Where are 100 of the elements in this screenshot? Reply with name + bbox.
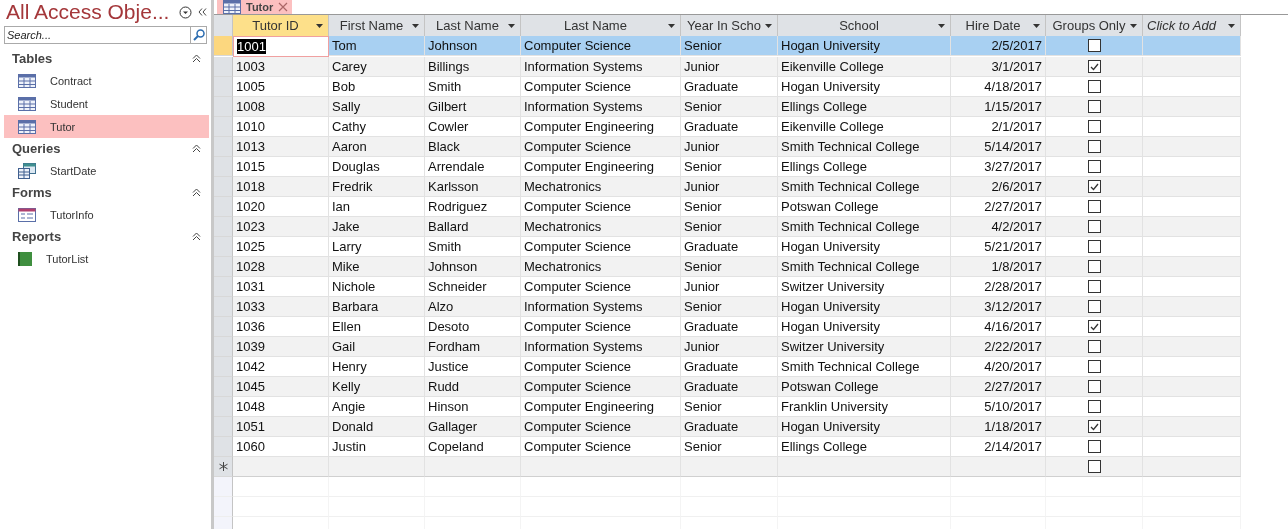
dropdown-arrow-icon[interactable] <box>1130 24 1137 28</box>
table-cell: 1031 <box>233 277 329 297</box>
table-cell: Senior <box>681 257 778 277</box>
column-header[interactable]: Groups Only <box>1046 15 1143 36</box>
dropdown-arrow-icon[interactable] <box>765 24 772 28</box>
nav-item[interactable]: Student <box>4 92 209 115</box>
group-heading[interactable]: Tables <box>12 51 53 66</box>
column-header[interactable]: Last Name <box>521 15 681 36</box>
table-cell: Cowler <box>425 117 521 137</box>
dropdown-arrow-icon[interactable] <box>316 24 323 28</box>
table-cell: Karlsson <box>425 177 521 197</box>
column-header[interactable]: School <box>778 15 951 36</box>
table-cell[interactable]: 1001 <box>233 36 329 57</box>
checkbox[interactable] <box>1087 280 1101 293</box>
column-header[interactable]: Tutor ID <box>233 15 329 36</box>
collapse-icon[interactable] <box>192 232 201 241</box>
table-cell: 1028 <box>233 257 329 277</box>
table-cell: 2/27/2017 <box>951 197 1046 217</box>
search-field[interactable]: Search... <box>4 26 190 44</box>
table-cell: Junior <box>681 277 778 297</box>
collapse-pane-icon[interactable] <box>198 8 207 16</box>
table-cell: Switzer University <box>778 277 951 297</box>
table-cell: Hogan University <box>778 77 951 97</box>
column-header[interactable]: Year In Scho <box>681 15 778 36</box>
table-cell: 2/14/2017 <box>951 437 1046 457</box>
checkbox[interactable] <box>1087 440 1101 453</box>
table-cell: Graduate <box>681 77 778 97</box>
table-cell: 1023 <box>233 217 329 237</box>
checkbox[interactable] <box>1087 39 1101 52</box>
dropdown-arrow-icon[interactable] <box>668 24 675 28</box>
dropdown-arrow-icon[interactable] <box>1033 24 1040 28</box>
collapse-icon[interactable] <box>192 144 201 153</box>
checkbox[interactable] <box>1087 120 1101 133</box>
table-cell: Black <box>425 137 521 157</box>
checkbox[interactable] <box>1087 360 1101 373</box>
checkbox[interactable] <box>1087 300 1101 313</box>
checkbox[interactable] <box>1087 340 1101 353</box>
table-cell: Junior <box>681 337 778 357</box>
column-header[interactable]: Click to Add <box>1143 15 1241 36</box>
row-selector[interactable] <box>214 457 233 477</box>
checkbox[interactable] <box>1087 400 1101 413</box>
checkbox[interactable] <box>1087 100 1101 113</box>
table-cell: Computer Engineering <box>521 157 681 177</box>
checkbox[interactable] <box>1087 140 1101 153</box>
nav-item[interactable]: Contract <box>4 69 209 92</box>
table-cell: Barbara <box>329 297 425 317</box>
table-cell: Eikenville College <box>778 117 951 137</box>
table-cell: Ellings College <box>778 157 951 177</box>
column-header[interactable]: First Name <box>329 15 425 36</box>
checkbox[interactable] <box>1087 200 1101 213</box>
table-cell: Computer Science <box>521 137 681 157</box>
checkbox[interactable] <box>1087 260 1101 273</box>
table-cell: Smith Technical College <box>778 357 951 377</box>
nav-item[interactable]: Tutor <box>4 115 209 138</box>
table-cell: Graduate <box>681 117 778 137</box>
table-cell: Computer Science <box>521 277 681 297</box>
dropdown-arrow-icon[interactable] <box>938 24 945 28</box>
close-icon[interactable] <box>278 2 289 12</box>
table-icon <box>18 119 36 134</box>
dropdown-arrow-icon[interactable] <box>412 24 419 28</box>
table-cell: Bob <box>329 77 425 97</box>
table-cell: Douglas <box>329 157 425 177</box>
table-cell: 4/18/2017 <box>951 77 1046 97</box>
table-cell: Tom <box>329 36 425 56</box>
group-heading[interactable]: Queries <box>12 141 61 156</box>
table-cell: 1033 <box>233 297 329 317</box>
dropdown-arrow-icon[interactable] <box>1228 24 1235 28</box>
collapse-icon[interactable] <box>192 188 201 197</box>
document-tab[interactable]: Tutor <box>217 0 293 14</box>
table-cell: Hinson <box>425 397 521 417</box>
table-cell: 1005 <box>233 77 329 97</box>
table-cell: 1015 <box>233 157 329 177</box>
table-cell: Smith Technical College <box>778 177 951 197</box>
checkbox[interactable] <box>1087 60 1101 73</box>
nav-item[interactable]: TutorInfo <box>4 203 209 226</box>
column-header[interactable]: Last Name <box>425 15 521 36</box>
checkbox[interactable] <box>1087 220 1101 233</box>
group-heading[interactable]: Forms <box>12 185 52 200</box>
table-cell: Computer Engineering <box>521 397 681 417</box>
nav-item[interactable]: StartDate <box>4 159 209 182</box>
checkbox[interactable] <box>1087 320 1101 333</box>
checkbox[interactable] <box>1087 80 1101 93</box>
table-cell: Graduate <box>681 417 778 437</box>
table-cell: Smith <box>425 77 521 97</box>
checkbox[interactable] <box>1087 240 1101 253</box>
checkbox[interactable] <box>1087 180 1101 193</box>
dropdown-arrow-icon[interactable] <box>508 24 515 28</box>
group-heading[interactable]: Reports <box>12 229 62 244</box>
collapse-icon[interactable] <box>192 54 201 63</box>
table-cell: Gail <box>329 337 425 357</box>
table-cell: 1018 <box>233 177 329 197</box>
checkbox[interactable] <box>1087 420 1101 433</box>
checkbox[interactable] <box>1087 460 1101 473</box>
table-cell: Potswan College <box>778 377 951 397</box>
table-cell: Senior <box>681 157 778 177</box>
checkbox[interactable] <box>1087 160 1101 173</box>
nav-item[interactable]: TutorList <box>4 247 209 270</box>
column-header[interactable]: Hire Date <box>951 15 1046 36</box>
dropdown-circle-icon[interactable] <box>179 5 192 19</box>
checkbox[interactable] <box>1087 380 1101 393</box>
